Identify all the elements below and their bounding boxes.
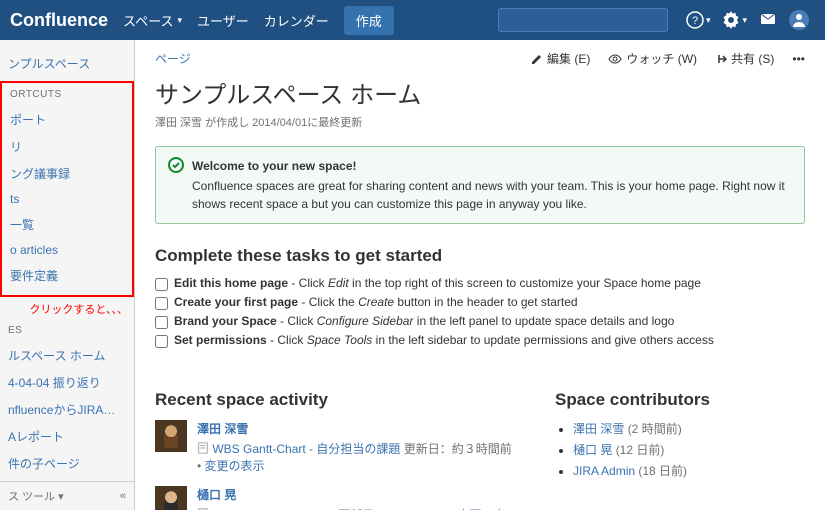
activity-item: 澤田 深雪 WBS Gantt-Chart - 自分担当の課題 更新日：約３時間… xyxy=(155,420,515,474)
page-actions: 編集 (E) ウォッチ (W) 共有 (S) ••• xyxy=(531,50,805,67)
main-content: ページ 編集 (E) ウォッチ (W) 共有 (S) ••• サンプルスペース … xyxy=(135,40,825,510)
sidebar-shortcut[interactable]: ポート xyxy=(2,106,132,133)
gear-icon[interactable]: ▾ xyxy=(722,11,747,29)
sidebar-page[interactable]: Aレポート xyxy=(0,423,134,450)
tasks-heading: Complete these tasks to get started xyxy=(155,246,805,266)
help-icon[interactable]: ?▾ xyxy=(686,11,711,29)
sidebar-shortcut[interactable]: 要件定義 xyxy=(2,262,132,289)
task-item: Set permissions - Click Space Tools in t… xyxy=(155,333,805,348)
task-item: Edit this home page - Click Edit in the … xyxy=(155,276,805,291)
sidebar-page[interactable]: 4-04-04 振り返り xyxy=(0,369,134,396)
contributor-item: 澤田 深雪 (2 時間前) xyxy=(573,420,805,437)
watch-button[interactable]: ウォッチ (W) xyxy=(608,50,697,67)
shortcuts-highlight: ORTCUTS ポート リ ング議事録 ts 一覧 o articles 要件定… xyxy=(0,81,134,297)
sidebar-shortcut[interactable]: ング議事録 xyxy=(2,160,132,187)
task-checkbox[interactable] xyxy=(155,297,168,310)
task-item: Create your first page - Click the Creat… xyxy=(155,295,805,310)
activity-doc[interactable]: WBS Gantt-Chart - 自分担当の課題 xyxy=(212,442,400,456)
sidebar-shortcut[interactable]: リ xyxy=(2,133,132,160)
avatar-icon[interactable] xyxy=(789,10,809,30)
activity-user[interactable]: 澤田 深雪 xyxy=(197,422,248,436)
sidebar: ンプルスペース ORTCUTS ポート リ ング議事録 ts 一覧 o arti… xyxy=(0,40,135,510)
edit-button[interactable]: 編集 (E) xyxy=(531,50,590,67)
avatar[interactable] xyxy=(155,486,187,510)
activity-change[interactable]: 変更の表示 xyxy=(205,459,265,473)
sidebar-page[interactable]: nfluenceからJIRA課題... xyxy=(0,396,134,423)
share-button[interactable]: 共有 (S) xyxy=(715,50,774,67)
activity-heading: Recent space activity xyxy=(155,390,515,410)
search-box[interactable] xyxy=(498,8,668,32)
sidebar-page[interactable]: ルスペース ホーム xyxy=(0,342,134,369)
notification-icon[interactable] xyxy=(759,11,777,29)
check-circle-icon xyxy=(168,157,184,213)
breadcrumb-page[interactable]: ページ xyxy=(155,52,191,66)
avatar[interactable] xyxy=(155,420,187,452)
logo[interactable]: Confluence xyxy=(10,10,108,31)
nav-calendar[interactable]: カレンダー xyxy=(264,11,329,30)
shortcuts-label: ORTCUTS xyxy=(2,83,132,106)
sidebar-shortcut[interactable]: 一覧 xyxy=(2,211,132,238)
page-meta: 澤田 深雪 が作成し 2014/04/01に最終更新 xyxy=(155,114,805,130)
nav-spaces[interactable]: スペース▾ xyxy=(123,11,182,30)
welcome-panel: Welcome to your new space! Confluence sp… xyxy=(155,146,805,224)
collapse-icon[interactable]: « xyxy=(120,490,126,502)
sidebar-space-link[interactable]: ンプルスペース xyxy=(0,50,134,77)
svg-text:?: ? xyxy=(692,15,698,27)
sidebar-shortcut[interactable]: ts xyxy=(2,187,132,211)
task-list: Edit this home page - Click Edit in the … xyxy=(155,276,805,348)
task-checkbox[interactable] xyxy=(155,316,168,329)
page-icon xyxy=(197,442,209,454)
welcome-title: Welcome to your new space! xyxy=(192,157,792,175)
sidebar-page[interactable]: 件の子ページ xyxy=(0,450,134,477)
activity-user[interactable]: 樋口 晃 xyxy=(197,488,236,502)
more-button[interactable]: ••• xyxy=(792,52,805,66)
nav-users[interactable]: ユーザー xyxy=(197,11,249,30)
task-item: Brand your Space - Click Configure Sideb… xyxy=(155,314,805,329)
page-title: サンプルスペース ホーム xyxy=(155,75,805,110)
task-checkbox[interactable] xyxy=(155,278,168,291)
contributor-item: 樋口 晃 (12 日前) xyxy=(573,441,805,458)
contributors-heading: Space contributors xyxy=(555,390,805,410)
create-button[interactable]: 作成 xyxy=(344,6,394,35)
pages-label: ES xyxy=(0,319,134,342)
top-header: Confluence スペース▾ ユーザー カレンダー 作成 ?▾ ▾ xyxy=(0,0,825,40)
sidebar-shortcut[interactable]: o articles xyxy=(2,238,132,262)
activity-item: 樋口 晃 WBS Gantt Chart 7.1.0 更新日：2014/05/0… xyxy=(155,486,515,510)
search-input[interactable] xyxy=(513,13,668,27)
task-checkbox[interactable] xyxy=(155,335,168,348)
sidebar-bottom: ス ツール ▾ « xyxy=(0,481,134,510)
contributors-list: 澤田 深雪 (2 時間前) 樋口 晃 (12 日前) JIRA Admin (1… xyxy=(573,420,805,479)
contributor-item: JIRA Admin (18 日前) xyxy=(573,462,805,479)
space-tools[interactable]: ス ツール ▾ xyxy=(8,488,64,504)
annotation: クリックすると、、、 xyxy=(0,299,134,319)
welcome-body: Confluence spaces are great for sharing … xyxy=(192,179,785,211)
